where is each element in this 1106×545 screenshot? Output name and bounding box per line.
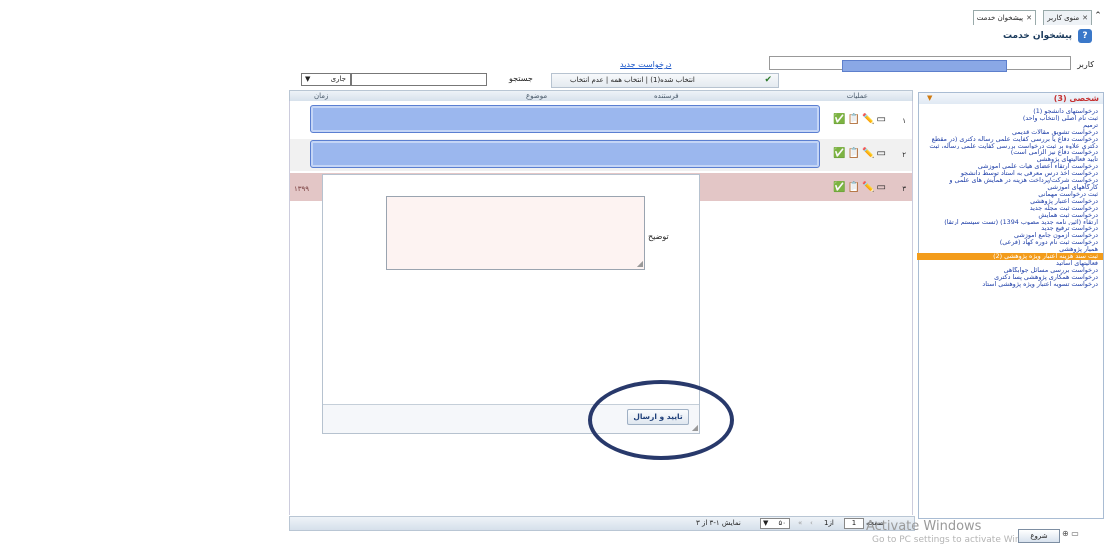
list-item[interactable]: درخواستهای دانشجو (1) [922,108,1098,115]
list-item[interactable]: درخواست دفاع نیز الزامی است) [922,149,1098,156]
tab-user-menu[interactable]: ✕منوی کاربر [1043,10,1092,25]
highlight-circle [588,380,734,460]
tab-service-desk[interactable]: ✕پیشخوان خدمت [972,10,1036,25]
list-item[interactable]: درخواست دفاع یا بررسی کفایت علمی رساله د… [922,136,1098,143]
row-actions[interactable]: ✅📋✏️▭ [833,182,888,193]
page-size-select[interactable]: ۵۰ ▼ [760,518,790,529]
selection-bar[interactable]: انتخاب شده(1) | انتخاب همه | عدم انتخاب … [551,73,779,88]
header-sender: فرستنده [654,92,679,100]
header-subject: موضوع [526,92,548,100]
close-icon[interactable]: ✕ [1082,14,1088,22]
search-label: جستجو [509,74,533,83]
prev-page-icon[interactable]: ‹ [810,519,813,527]
list-item[interactable]: درخواست بررسی مسائل جوابگاهی [922,267,1098,274]
search-input[interactable] [351,73,487,86]
list-item[interactable]: ارتقاء (آئین نامه جدید مصوب 1394) (تست س… [922,219,1098,226]
page-display: نمایش ۱-۳ از ۳ [696,519,741,527]
page-input[interactable]: 1 [844,518,864,529]
chevron-down-icon: ▼ [763,519,769,527]
list-item[interactable]: درخواست ثبت مجله جدید [922,205,1098,212]
tab-bar: ✕منوی کاربر ✕پیشخوان خدمت [944,8,1104,25]
user-label: کاربر [1077,60,1094,69]
dropdown-arrow-icon[interactable]: ▼ [927,94,932,102]
page-title: پیشخوان خدمت [1002,31,1072,41]
resize-handle-icon[interactable]: ◢ [637,259,643,268]
pager: نمایش ۱-۳ از ۳ ۵۰ ▼ « ‹ از1 1 صفحه [289,516,915,531]
start-button[interactable]: شروع [1018,529,1060,543]
chevron-down-icon: ▼ [305,75,311,83]
list-item[interactable]: درخواست اعتبار پژوهشی [922,198,1098,205]
table-row[interactable]: ۱ ✅📋✏️▭ [290,105,912,137]
list-item[interactable]: کارگاههای آموزشی [922,184,1098,191]
list-item[interactable]: همیار پژوهشی [922,246,1098,253]
help-icon[interactable]: ? [1078,29,1092,43]
row-actions[interactable]: ✅📋✏️▭ [833,114,888,125]
close-icon[interactable]: ✕ [1026,14,1032,22]
cartable-list: درخواستهای دانشجو (1) ثبت نام اصلی (انتخ… [917,104,1104,519]
list-item[interactable]: درخواست ارتقاء اعضای هیات علمی آموزشی [922,163,1098,170]
taskbar-icons[interactable]: ⊕ ▭ [1062,529,1079,538]
select-all-icon[interactable]: ✔ [764,75,772,85]
status-select[interactable]: ▼ جاری [301,73,351,86]
first-page-icon[interactable]: « [798,519,802,527]
selection-text[interactable]: انتخاب شده(1) | انتخاب همه | عدم انتخاب [570,76,695,84]
list-item[interactable]: ثبت درخواست مهمانی [922,191,1098,198]
list-item[interactable]: درخواست تشویق مقالات قدیمی [922,129,1098,136]
list-item[interactable]: درخواست تسویه اعتبار ویژه پژوهشی استاد [922,281,1098,288]
redaction-mask [842,60,1007,72]
description-textarea[interactable]: ◢ [386,196,645,270]
list-item[interactable]: درخواست ترفیع جدید [922,225,1098,232]
list-item-selected[interactable]: ثبت سند هزینه اعتبار ویژه پژوهشی (2) [917,253,1103,260]
list-item[interactable]: فعالیتهای اساتید [922,260,1098,267]
list-item[interactable]: درخواست همکاری پژوهشی پسا دکتری [922,274,1098,281]
list-item[interactable]: ثبت نام اصلی (انتخاب واحد) [922,115,1098,122]
list-item[interactable]: درخواست ثبت همایش [922,212,1098,219]
redaction-mask [310,105,820,133]
new-request-link[interactable]: درخواست جدید [620,60,671,69]
table-row[interactable]: ۲ ✅📋✏️▭ [290,139,912,171]
description-label: توضیح [648,232,669,241]
list-item[interactable]: درخواست اخذ درس معرفی به استاد توسط دانش… [922,170,1098,177]
activation-watermark: Activate Windows [866,519,982,534]
list-item[interactable]: دکتری علاوه بر ثبت درخواست بررسی کفایت ع… [922,143,1098,150]
list-item[interactable]: درخواست شرکت/پرداخت هزینه در همایش های ع… [922,177,1098,184]
list-item[interactable]: درخواست آزمون جامع آموزشی [922,232,1098,239]
header-ops: عملیات [846,92,868,100]
list-item[interactable]: تایید فعالیتهای پژوهشی [922,156,1098,163]
redaction-mask [310,140,820,168]
list-item[interactable]: ترمیم [922,122,1098,129]
list-item[interactable]: درخواست ثبت نام دوره کهاد (فرعی) [922,239,1098,246]
page-count: از1 [824,519,834,527]
cartable-title: شخصی (3) [1053,94,1099,103]
row-actions[interactable]: ✅📋✏️▭ [833,148,888,159]
header-time: زمان [314,92,329,100]
